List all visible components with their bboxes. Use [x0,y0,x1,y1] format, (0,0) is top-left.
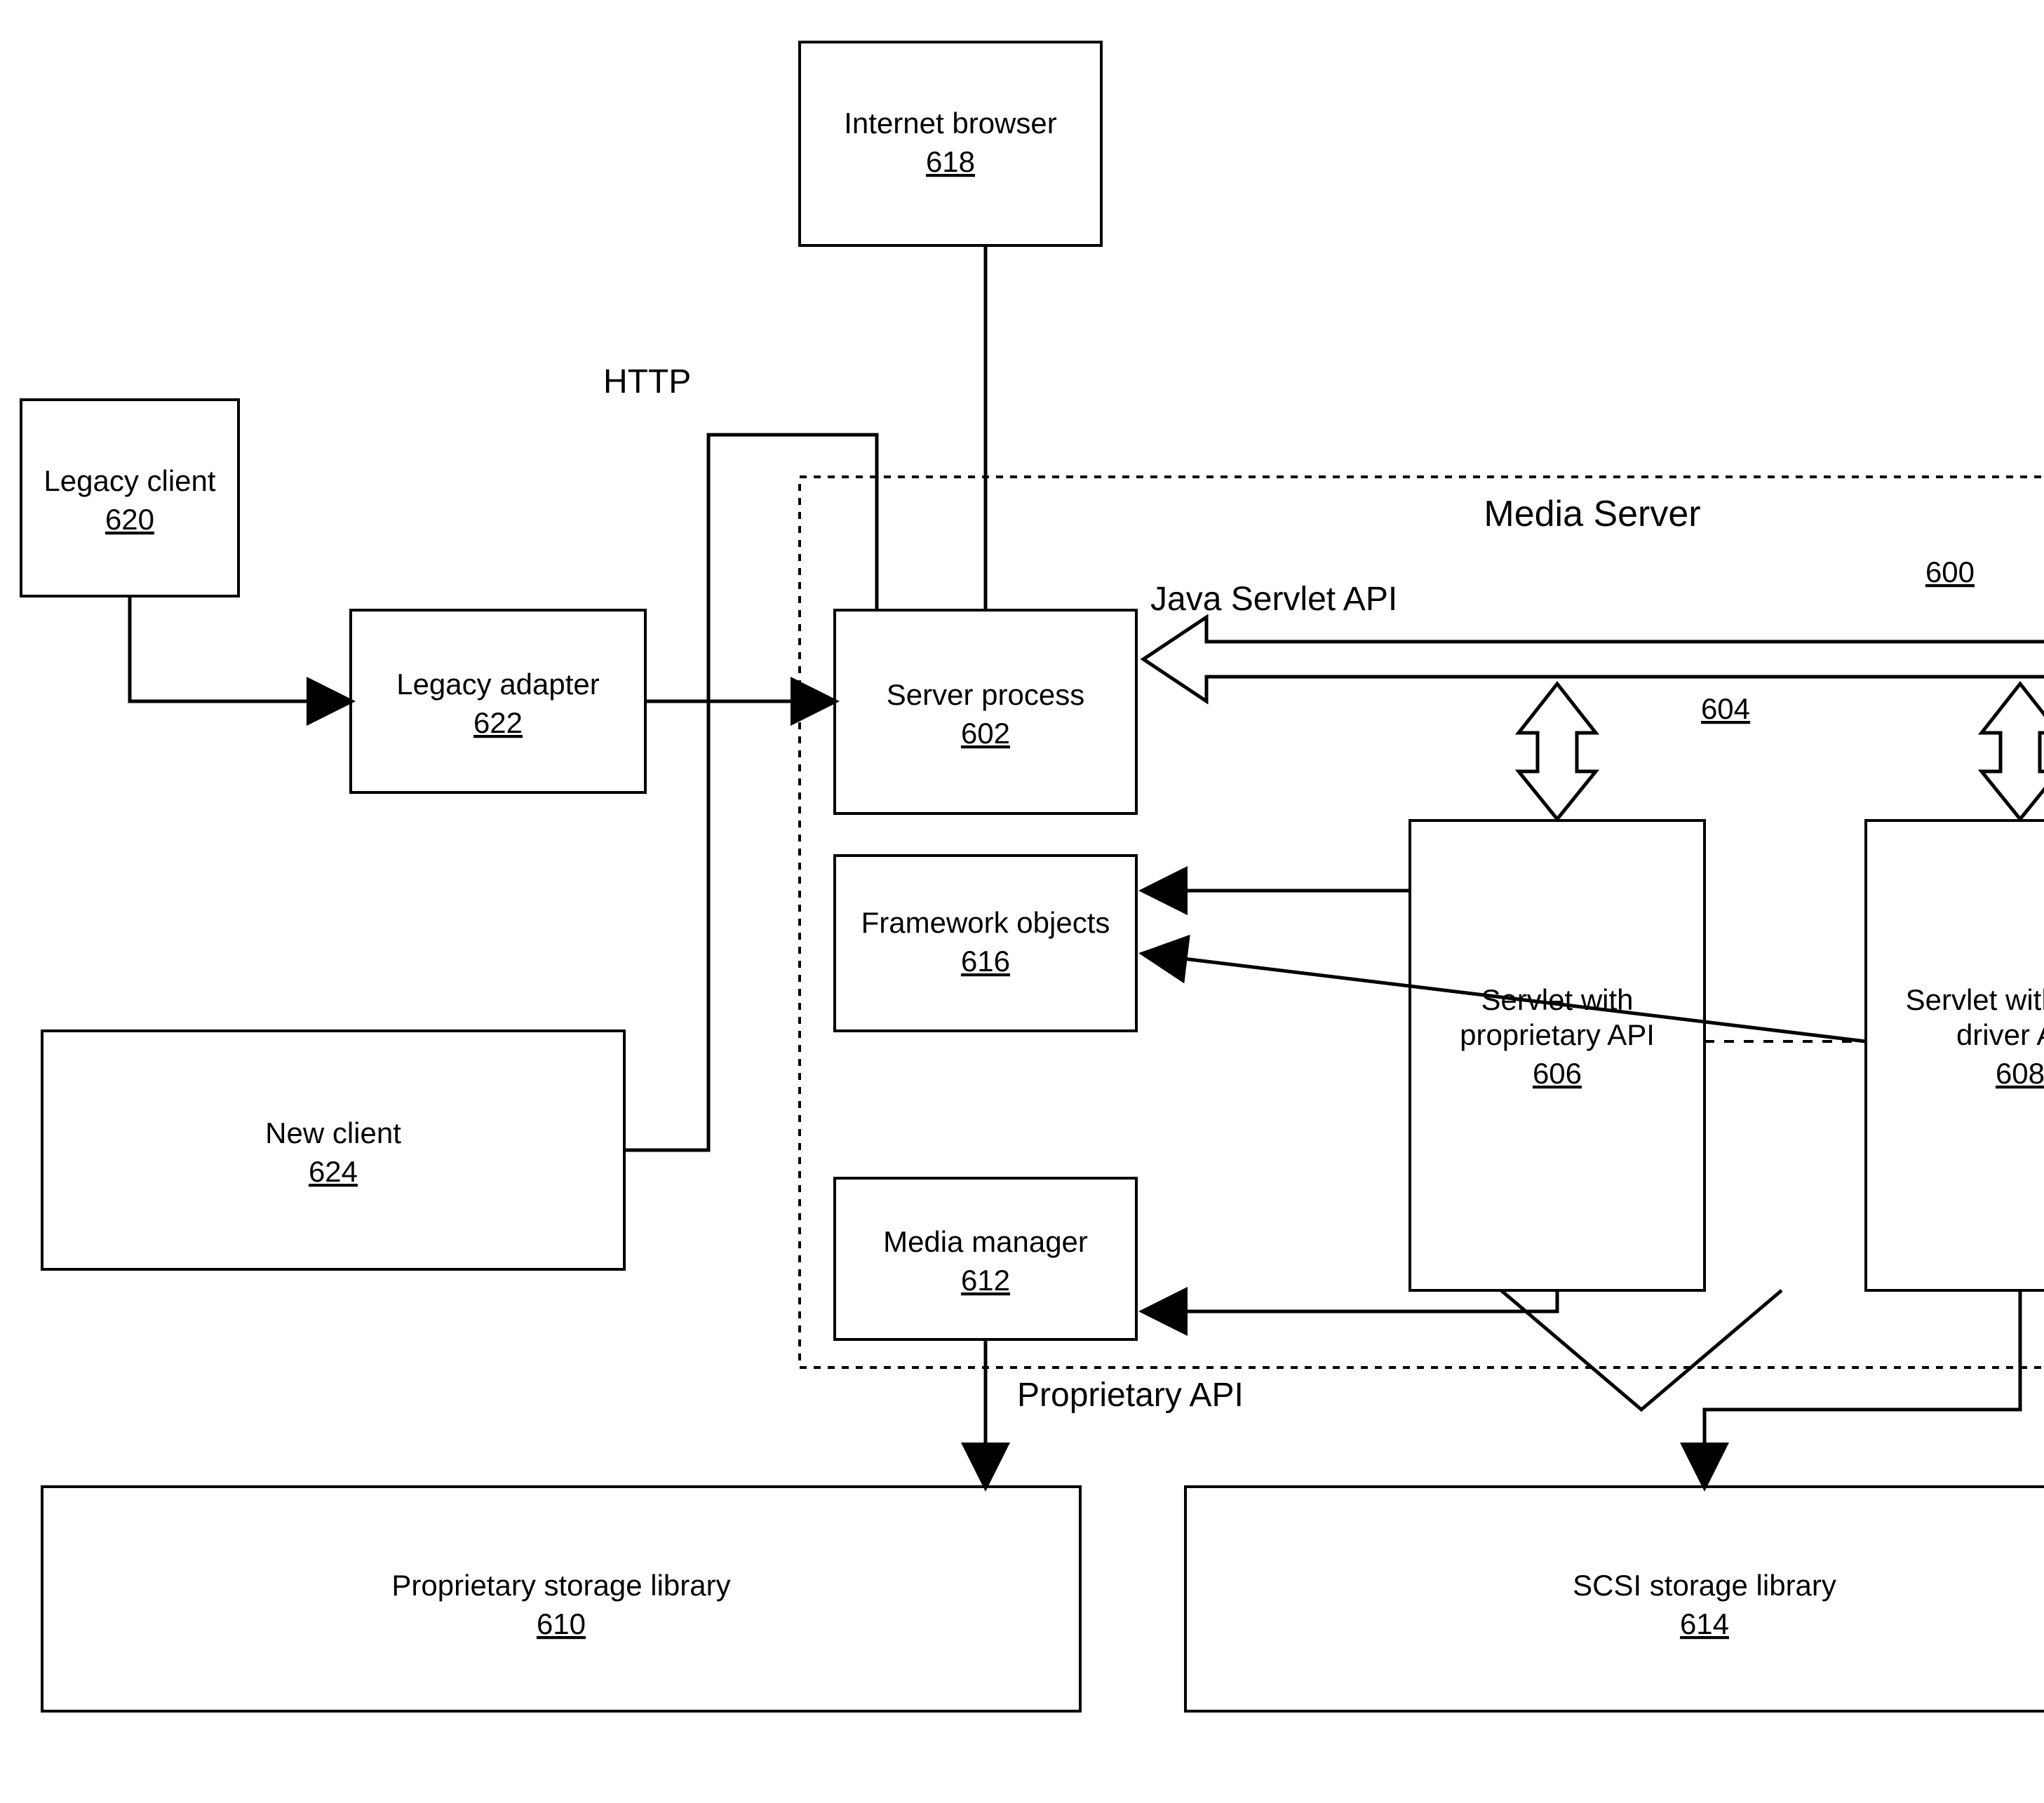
server-process-label: Server process [887,678,1084,711]
http-label: HTTP [603,363,691,400]
media-server-title: Media Server [1484,494,1700,534]
servlet-scsi-label1: Servlet with SCSI [1906,983,2044,1016]
framework-objects-num: 616 [961,945,1010,978]
server-process-num: 602 [961,717,1010,750]
scsi-storage-num: 614 [1680,1607,1729,1640]
conn-scsi-store [1705,1290,2020,1487]
server-process-box [835,610,1136,813]
media-server-num: 600 [1925,555,1975,588]
legacy-client-label: Legacy client [43,464,215,497]
media-manager-label: Media manager [883,1225,1088,1258]
diagram-root: Media Server 600 Internet browser 618 Le… [0,0,2044,1803]
proprietary-api-label: Proprietary API [1017,1377,1244,1414]
conn-servlet-v [1501,1290,1782,1410]
media-manager-box [835,1178,1136,1339]
servlet-scsi-box [1866,821,2044,1290]
legacy-client-box [21,400,238,596]
media-manager-num: 612 [961,1264,1010,1297]
new-client-box [42,1031,624,1269]
framework-objects-label: Framework objects [861,906,1110,939]
internet-browser-box [800,42,1101,245]
new-client-num: 624 [309,1155,358,1188]
internet-browser-label: Internet browser [844,107,1056,140]
conn-prop-mediamgr [1143,1290,1557,1311]
java-servlet-api-arrow [1143,617,2044,701]
servlet-scsi-label2: driver API [1956,1018,2044,1051]
legacy-adapter-label: Legacy adapter [396,668,600,701]
framework-objects-box [835,856,1136,1031]
internet-browser-num: 618 [926,145,975,178]
new-client-label: New client [265,1116,401,1149]
legacy-adapter-num: 622 [473,706,523,739]
legacy-client-num: 620 [105,503,154,536]
java-servlet-api-num: 604 [1701,692,1750,725]
scsi-storage-label: SCSI storage library [1573,1569,1836,1602]
prop-storage-num: 610 [537,1607,586,1640]
prop-storage-label: Proprietary storage library [391,1569,730,1602]
java-servlet-api-label: Java Servlet API [1150,581,1397,618]
servlet-proprietary-box [1410,821,1705,1290]
servlet-scsi-num: 608 [1996,1057,2044,1090]
servlet-prop-num: 606 [1533,1057,1582,1090]
legacy-adapter-box [351,610,645,792]
conn-legacy-client-adapter [130,596,351,701]
servlet-scsi-bidir-arrow [1982,684,2044,819]
servlet-prop-label2: proprietary API [1460,1018,1655,1051]
servlet-prop-bidir-arrow [1519,684,1596,819]
